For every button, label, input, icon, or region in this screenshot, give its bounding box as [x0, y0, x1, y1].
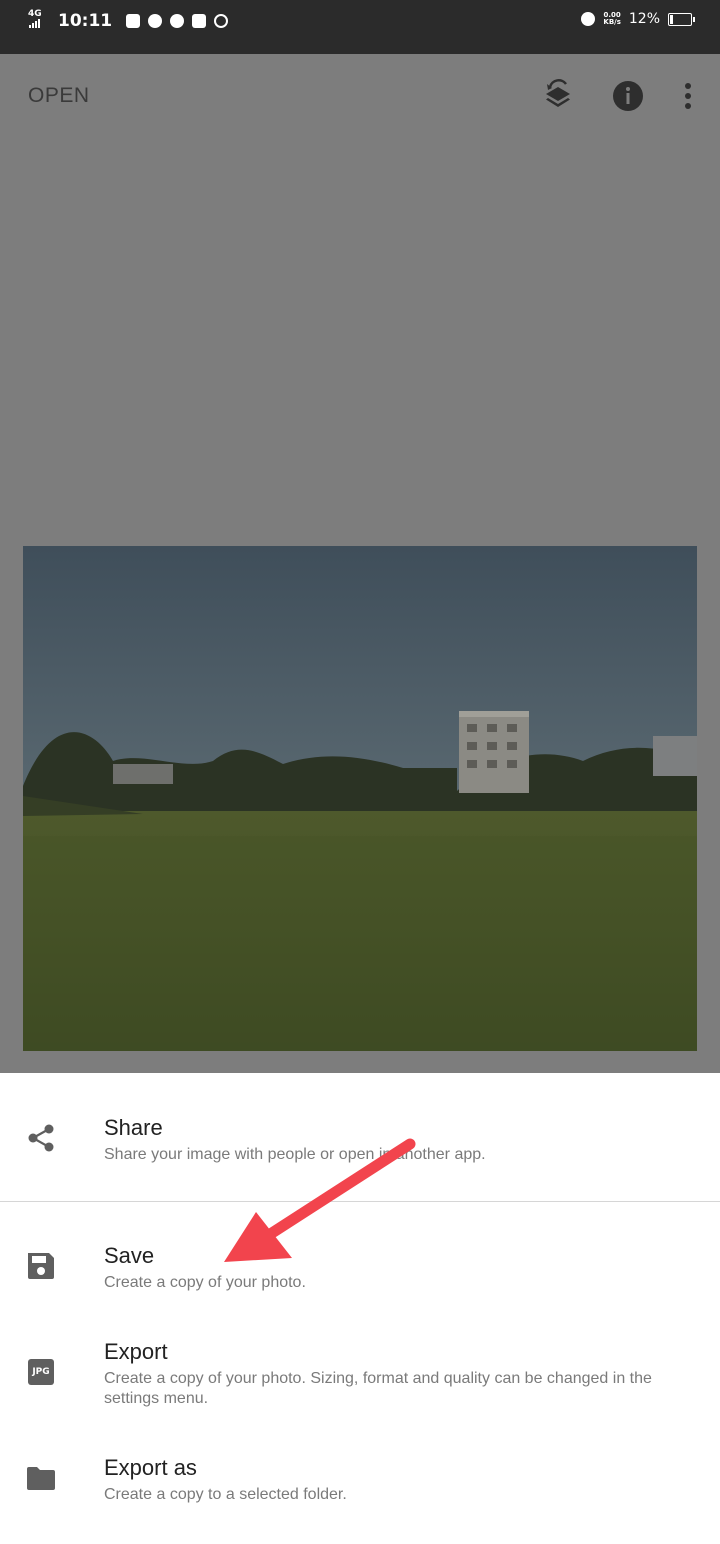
export-description: Create a copy of your photo. Sizing, for… [104, 1370, 652, 1407]
recorder-icon [192, 13, 207, 28]
cellular-signal-icon: 4G [28, 10, 50, 31]
export-as-option[interactable]: Export as Create a copy to a selected fo… [0, 1453, 720, 1533]
photo-preview [23, 546, 697, 1051]
network-speed: 0.00 KB/s [603, 12, 620, 26]
hotspot-icon [214, 13, 229, 28]
share-title: Share [104, 1115, 163, 1140]
annotation-arrow-icon [224, 1138, 416, 1262]
status-bar: 4G 10:11 0.00 KB/s 12% [0, 0, 720, 54]
layers-undo-icon[interactable] [540, 78, 576, 114]
open-button[interactable]: OPEN [28, 84, 90, 108]
export-as-title: Export as [104, 1455, 197, 1480]
messenger-icon [148, 13, 163, 28]
game-notification-icon [126, 13, 141, 28]
jpg-badge: JPG [28, 1359, 54, 1385]
network-type: 4G [28, 9, 42, 19]
battery-percent: 12% [628, 11, 660, 27]
folder-icon [27, 1467, 55, 1490]
alarm-icon [581, 12, 596, 26]
export-as-description: Create a copy to a selected folder. [104, 1486, 347, 1503]
status-time: 10:11 [58, 10, 113, 31]
app-bar: OPEN [0, 54, 720, 138]
info-icon[interactable] [610, 78, 646, 114]
more-vert-icon[interactable] [670, 78, 706, 114]
share-icon [28, 1124, 54, 1152]
network-speed-unit: KB/s [603, 18, 621, 26]
jpg-icon: JPG [24, 1355, 58, 1389]
export-option[interactable]: JPG Export Create a copy of your photo. … [0, 1333, 720, 1433]
export-title: Export [104, 1339, 168, 1364]
battery-icon [668, 12, 695, 26]
chat-icon [170, 13, 185, 28]
save-title: Save [104, 1243, 155, 1268]
save-icon [28, 1253, 54, 1279]
